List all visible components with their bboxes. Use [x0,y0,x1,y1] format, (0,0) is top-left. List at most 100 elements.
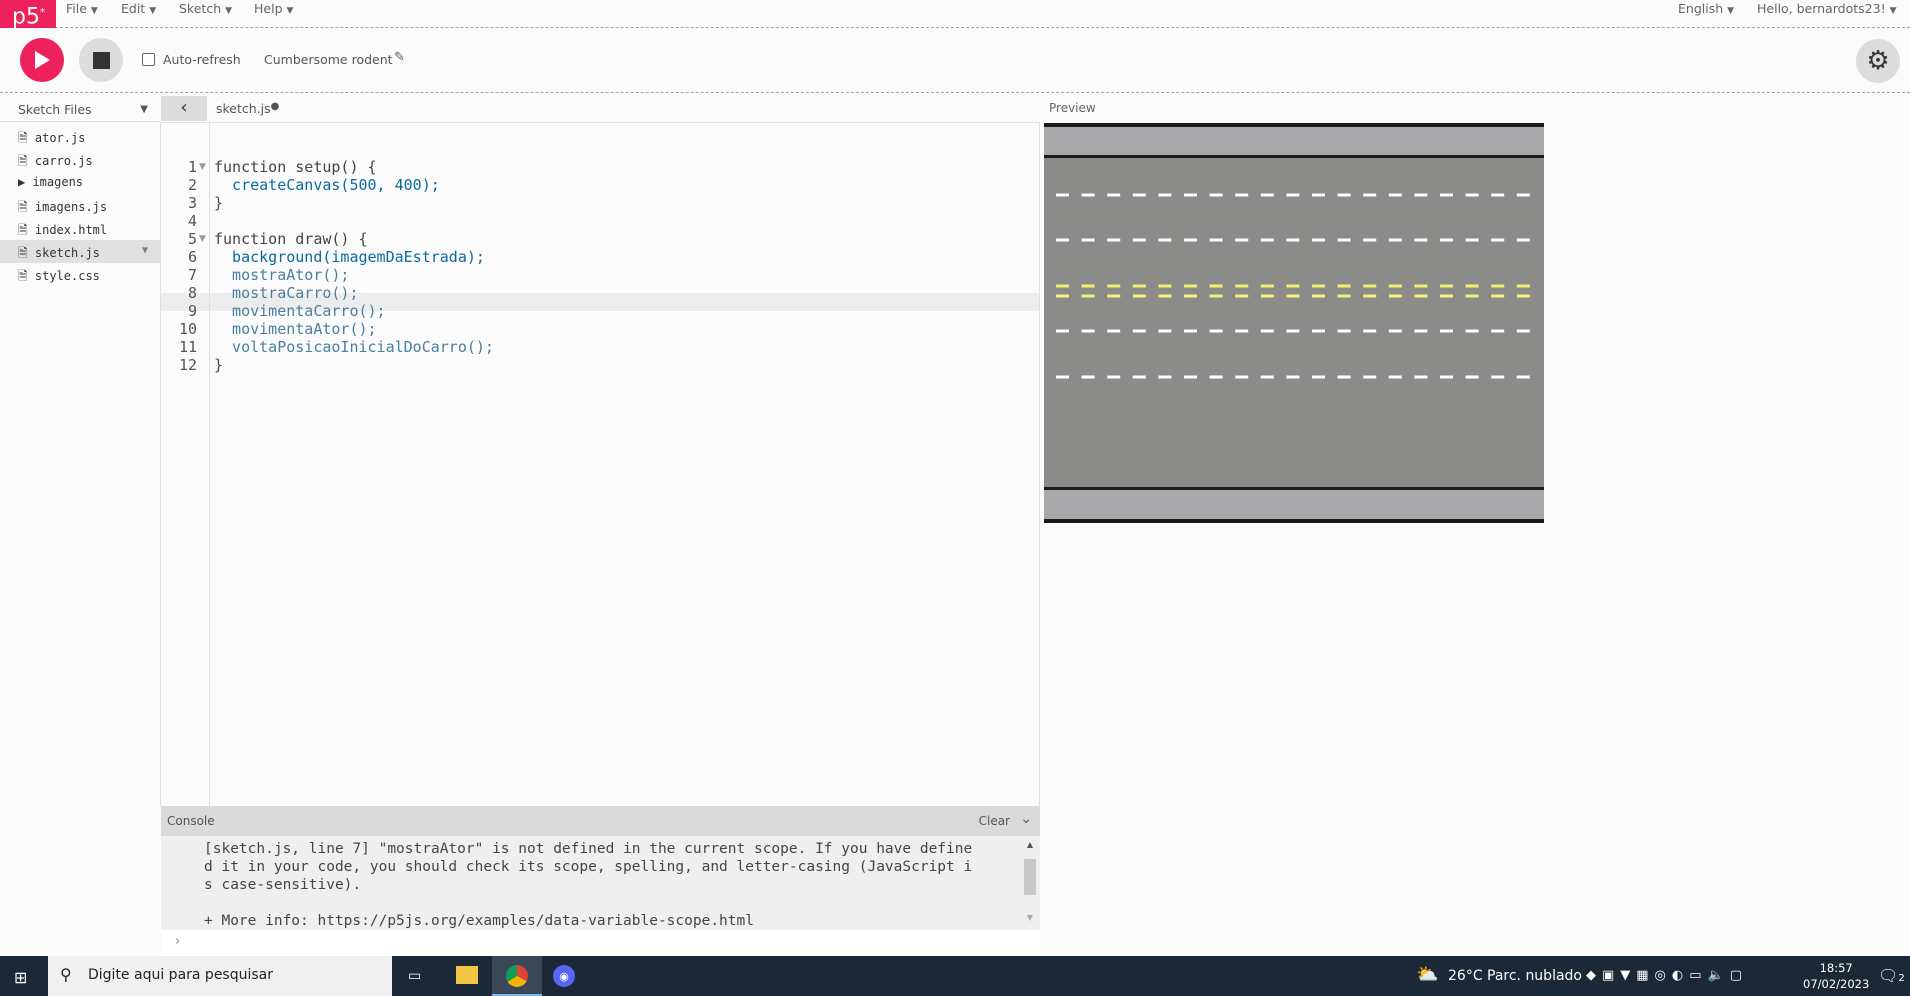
task-view-icon[interactable]: ▭ [408,968,421,984]
code-line[interactable]: function draw() { [214,230,368,248]
file-item[interactable]: 🗎 imagens.js [0,194,160,217]
auto-refresh-label: Auto-refresh [163,52,241,67]
windows-start-icon[interactable]: ⊞ [14,968,27,987]
stop-button[interactable] [79,38,123,82]
sketch-canvas[interactable] [1044,123,1544,523]
folder-item[interactable]: ▶ imagens [0,171,160,194]
fold-icon[interactable]: ▼ [199,230,206,248]
lane-dash [1132,375,1146,379]
pencil-icon[interactable]: ✎ [394,50,405,65]
menu-sketch[interactable]: Sketch ▼ [179,1,232,19]
collapse-sidebar-button[interactable]: ‹ [161,96,207,121]
lane-dash [1491,238,1505,242]
lane-dash [1440,238,1453,242]
settings-button[interactable]: ⚙ [1856,39,1900,83]
code-line[interactable]: mostraCarro(); [214,284,358,302]
lane-dash [1312,375,1325,379]
taskbar-search[interactable]: ⚲ Digite aqui para pesquisar [48,956,392,996]
lane-dash [1056,238,1069,242]
menu-file[interactable]: File ▼ [66,1,98,19]
code-line[interactable]: createCanvas(500, 400); [214,176,440,194]
file-icon: 🗎 [18,269,35,283]
lane-dash [1312,238,1325,242]
console-scrollbar[interactable]: ▲ ▼ [1024,840,1036,928]
lane-dash [1414,238,1428,242]
chrome-taskbar-button[interactable] [492,956,542,996]
code-line[interactable]: mostraAtor(); [214,266,349,284]
discord-icon[interactable]: ◉ [553,965,575,987]
clock[interactable]: 18:57 07/02/2023 [1803,960,1869,992]
file-name: sketch.js [34,246,100,260]
lane-dash [1081,375,1095,379]
console-input[interactable]: › [161,930,1040,956]
lane-dash [1132,329,1146,333]
lane-dash [1209,193,1223,197]
lane-dash [1107,193,1121,197]
file-item-selected[interactable]: 🗎 sketch.js ▼ [0,240,160,263]
lane-dash [1158,329,1172,333]
lane-dash [1132,238,1146,242]
code-line[interactable]: voltaPosicaoInicialDoCarro(); [214,338,494,356]
line-number: 4 [187,212,197,230]
code-editor[interactable] [160,122,1040,806]
chevron-down-icon[interactable]: ⌄ [1020,811,1032,827]
console-clear-button[interactable]: Clear [979,814,1010,828]
code-line[interactable]: movimentaCarro(); [214,302,386,320]
menu-help[interactable]: Help ▼ [254,1,293,19]
lane-dash [1184,375,1197,379]
code-line[interactable]: function setup() { [214,158,377,176]
lane-dash [1260,375,1274,379]
lane-dash [1414,375,1428,379]
search-placeholder: Digite aqui para pesquisar [88,967,274,983]
file-item[interactable]: 🗎 ator.js [0,125,160,148]
file-explorer-icon[interactable] [456,966,478,984]
lane-dash [1235,375,1249,379]
caret-down-icon: ▼ [90,6,98,16]
lane-dash [1081,238,1095,242]
p5-logo[interactable]: p5* [0,0,56,29]
lane-dash [1465,294,1479,298]
caret-down-icon: ▼ [225,6,233,16]
lane-dash [1388,238,1402,242]
lane-dash [1337,238,1351,242]
menu-edit[interactable]: Edit ▼ [121,1,156,19]
code-line[interactable]: background(imagemDaEstrada); [214,248,485,266]
sketch-name[interactable]: Cumbersome rodent [264,52,393,67]
user-menu[interactable]: Hello, bernardots23! ▼ [1757,1,1897,19]
file-item[interactable]: 🗎 style.css [0,263,160,286]
lane-dash [1440,193,1453,197]
file-name: carro.js [34,154,93,168]
lane-dash [1184,294,1197,298]
lane-dash [1388,284,1402,288]
code-line[interactable]: } [214,194,223,212]
file-item[interactable]: 🗎 carro.js [0,148,160,171]
notifications-icon[interactable]: 🗨2 [1878,966,1905,985]
line-number: 12 [178,356,197,374]
weather-temp[interactable]: 26°C [1448,968,1483,984]
lane-dash [1491,284,1505,288]
lane-dash [1286,329,1300,333]
menu-label: Sketch [179,1,222,16]
language-menu[interactable]: English ▼ [1678,1,1734,19]
weather-desc[interactable]: Parc. nublado [1487,968,1582,984]
lane-dash [1363,238,1377,242]
lane-dash [1286,238,1300,242]
file-icon: 🗎 [18,200,35,214]
file-item[interactable]: 🗎 index.html [0,217,160,240]
caret-down-icon: ▼ [140,104,148,115]
lane-dash [1209,284,1223,288]
auto-refresh-checkbox[interactable] [142,53,155,66]
file-options-icon[interactable]: ▼ [142,245,148,256]
code-line[interactable]: } [214,356,223,374]
code-line[interactable]: movimentaAtor(); [214,320,377,338]
lane-dash [1081,294,1095,298]
fold-icon[interactable]: ▼ [199,158,206,176]
lane-dash [1132,193,1146,197]
lane-dash [1337,329,1351,333]
play-button[interactable] [20,38,64,82]
lane-dash [1337,284,1351,288]
tray-icons[interactable]: ◆▣▼▦◎◐▭🔈▢ [1586,968,1748,983]
lane-dash [1158,284,1172,288]
sketch-files-header[interactable]: Sketch Files ▼ [0,96,160,122]
line-number: 1 [187,158,197,176]
